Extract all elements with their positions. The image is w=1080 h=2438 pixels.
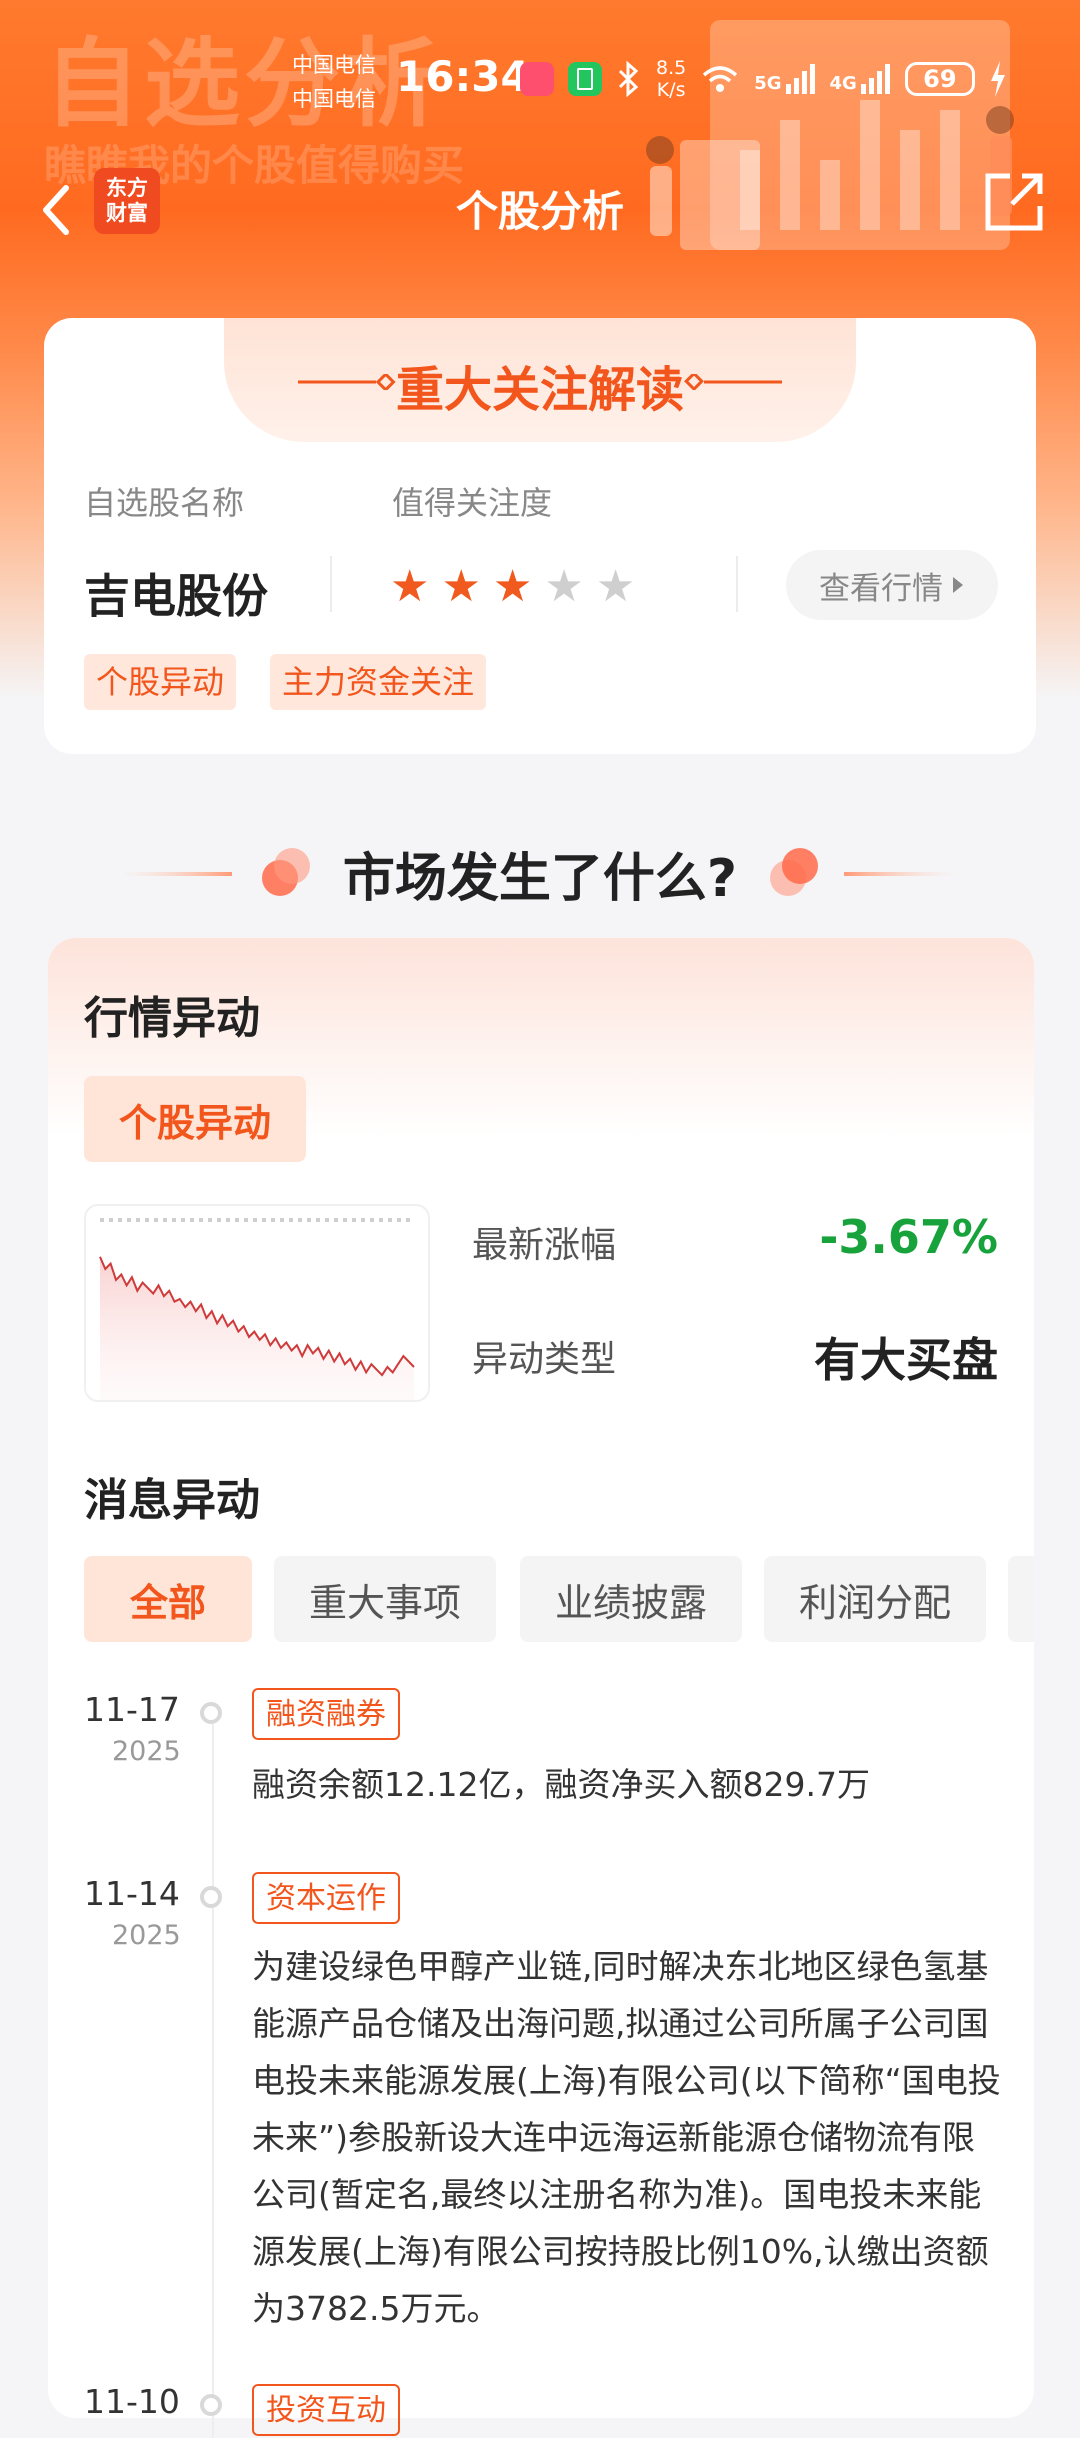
sparkline-area <box>100 1256 414 1400</box>
divider <box>330 556 332 612</box>
tag-main-fund: 主力资金关注 <box>270 654 487 710</box>
tag-stock-anomaly: 个股异动 <box>84 654 237 710</box>
news-year: 2025 <box>112 1736 181 1767</box>
stock-name-label: 自选股名称 <box>84 484 245 522</box>
signal-4g: 4G <box>830 64 891 94</box>
charging-icon <box>990 61 1005 97</box>
timeline-dot <box>200 2394 222 2416</box>
carrier-1: 中国电信 <box>292 53 376 77</box>
timeline-line <box>212 1718 214 2438</box>
market-card: 行情异动 个股异动 最新涨幅 -3.67% 异动类型 有大买盘 消息异动 全部 … <box>48 938 1034 2438</box>
right-ornament-icon <box>684 374 782 390</box>
attention-rating: ★ ★ ★ ★ ★ <box>390 562 635 612</box>
divider <box>736 556 738 612</box>
news-tag[interactable]: 投资互动 <box>252 2384 400 2436</box>
price-sparkline[interactable] <box>84 1204 430 1402</box>
tab-profit-distribution[interactable]: 利润分配 <box>764 1556 986 1642</box>
carrier-2: 中国电信 <box>292 87 376 111</box>
star-empty-icon: ★ <box>544 561 584 612</box>
app-notification-icon <box>520 62 554 96</box>
attention-level-label: 值得关注度 <box>392 484 553 522</box>
news-date: 11-17 <box>84 1690 180 1729</box>
caret-right-icon <box>953 577 963 593</box>
news-date: 11-14 <box>84 1874 180 1913</box>
news-date: 11-10 <box>84 2382 180 2421</box>
news-anomaly-heading: 消息异动 <box>84 1475 260 1526</box>
status-icons: 8.5 K/s 5G 4G 69 <box>520 54 1007 104</box>
signal-bars-icon <box>785 64 815 94</box>
sparkline-chart <box>99 1218 415 1400</box>
tab-all[interactable]: 全部 <box>84 1556 252 1642</box>
stock-anomaly-chip[interactable]: 个股异动 <box>84 1076 306 1162</box>
signal-bars-icon <box>860 64 890 94</box>
clock: 16:34 <box>396 52 530 101</box>
news-text[interactable]: 为建设绿色甲醇产业链,同时解决东北地区绿色氢基能源产品仓储及出海问题,拟通过公司… <box>252 1938 1004 2337</box>
tab-major-events[interactable]: 重大事项 <box>274 1556 496 1642</box>
latest-change-label: 最新涨幅 <box>472 1225 617 1266</box>
latest-change-value: -3.67% <box>819 1210 998 1264</box>
star-filled-icon: ★ <box>441 561 481 612</box>
carrier-info: 中国电信 中国电信 <box>292 48 376 116</box>
nav-bar: 东方 财富 个股分析 <box>0 160 1080 260</box>
notification-icon <box>568 62 602 96</box>
section-heading: 市场发生了什么? <box>0 830 1080 910</box>
attention-card: 重大关注解读 自选股名称 值得关注度 吉电股份 ★ ★ ★ ★ ★ 查看行情 个股异动 … <box>44 318 1036 754</box>
timeline-dot <box>200 1886 222 1908</box>
news-filter-tabs: 全部 重大事项 业绩披露 利润分配 <box>84 1556 1034 1642</box>
page-title: 个股分析 <box>455 187 624 236</box>
anomaly-type-label: 异动类型 <box>472 1339 617 1380</box>
stock-name: 吉电股份 <box>84 569 268 623</box>
heading-right-decoration-icon <box>770 848 956 896</box>
tab-performance[interactable]: 业绩披露 <box>520 1556 742 1642</box>
network-speed: 8.5 K/s <box>656 57 687 101</box>
bluetooth-icon <box>618 61 639 97</box>
news-tag[interactable]: 资本运作 <box>252 1872 400 1924</box>
anomaly-type-value: 有大买盘 <box>814 1333 998 1387</box>
tab-more[interactable] <box>1008 1556 1034 1642</box>
signal-5g: 5G <box>754 64 815 94</box>
timeline-dot <box>200 1702 222 1724</box>
star-empty-icon: ★ <box>595 561 636 612</box>
status-bar: 中国电信 中国电信 16:34 8.5 K/s 5G 4G 69 <box>0 0 1080 150</box>
star-filled-icon: ★ <box>492 561 533 612</box>
battery-indicator: 69 <box>904 62 975 96</box>
market-anomaly-heading: 行情异动 <box>84 993 260 1044</box>
news-tag[interactable]: 融资融券 <box>252 1688 400 1740</box>
view-market-button[interactable]: 查看行情 <box>786 550 998 620</box>
wifi-icon <box>703 66 738 92</box>
star-filled-icon: ★ <box>390 561 430 612</box>
news-year: 2025 <box>112 1920 181 1951</box>
share-icon[interactable] <box>980 166 1050 236</box>
attention-card-title: 重大关注解读 <box>395 362 684 418</box>
news-text[interactable]: 融资余额12.12亿，融资净买入额829.7万 <box>252 1756 1004 1813</box>
